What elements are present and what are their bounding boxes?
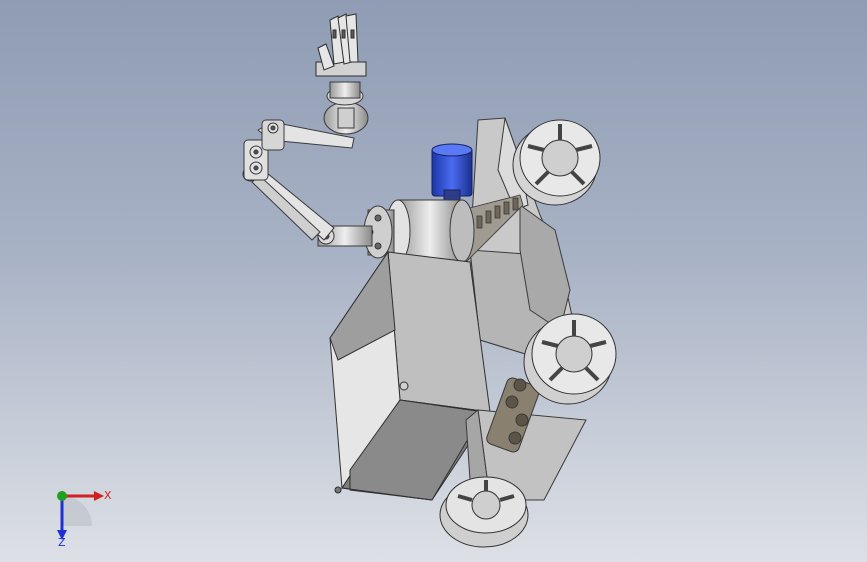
triad-plane: [62, 496, 92, 526]
cad-viewport[interactable]: X Z: [0, 0, 867, 562]
z-axis-label: Z: [58, 536, 66, 548]
y-axis-dot: [57, 491, 67, 501]
axis-triad: X Z: [57, 489, 112, 548]
base-flange[interactable]: [363, 199, 475, 263]
open-storage-box[interactable]: [329, 250, 491, 501]
front-wheel[interactable]: [512, 119, 601, 206]
blue-motor[interactable]: [431, 143, 473, 205]
wrist-rotator[interactable]: [323, 81, 369, 135]
x-axis-label: X: [104, 489, 112, 502]
gripper-hand[interactable]: [315, 13, 367, 77]
rear-wheel[interactable]: [439, 476, 529, 548]
robot-assembly-model[interactable]: [0, 0, 867, 562]
